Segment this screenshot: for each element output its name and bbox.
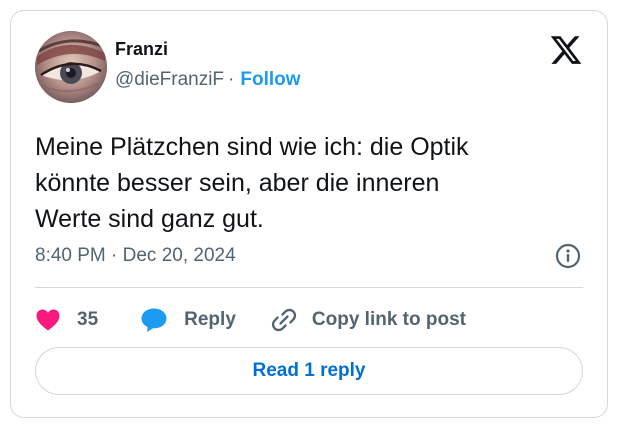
reply-label: Reply (184, 309, 236, 330)
divider (35, 287, 583, 288)
reply-button[interactable]: Reply (140, 307, 236, 333)
info-icon[interactable] (555, 243, 581, 269)
read-reply-label: Read 1 reply (252, 360, 366, 381)
handle-row: @dieFranziF · Follow (115, 67, 301, 93)
post-text-line: könnte besser sein, aber die inneren (35, 169, 440, 197)
copy-link-label: Copy link to post (311, 309, 466, 330)
speech-bubble-icon (141, 308, 167, 332)
author-block: Franzi @dieFranziF · Follow (115, 37, 301, 93)
avatar-eye-image (35, 31, 107, 103)
post-text: Meine Plätzchen sind wie ich: die Optik … (35, 129, 575, 237)
post-timestamp[interactable]: 8:40 PM · Dec 20, 2024 (35, 243, 236, 269)
embedded-post-card: Franzi @dieFranziF · Follow Meine Plätzche… (10, 10, 608, 418)
x-logo-icon[interactable] (549, 33, 583, 67)
link-icon (271, 308, 296, 332)
post-text-line: Werte sind ganz gut. (35, 205, 264, 233)
action-bar: 35 Reply Copy link to post (35, 303, 466, 337)
read-reply-button[interactable]: Read 1 reply (35, 347, 583, 395)
author-name[interactable]: Franzi (115, 37, 301, 61)
follow-link[interactable]: Follow (240, 69, 300, 90)
post-text-line: Meine Plätzchen sind wie ich: die Optik (35, 133, 469, 161)
author-handle[interactable]: @dieFranziF (115, 69, 224, 90)
avatar[interactable] (35, 31, 107, 103)
copy-link-button[interactable]: Copy link to post (270, 306, 466, 334)
like-button[interactable]: 35 (35, 308, 98, 332)
separator-dot: · (228, 69, 235, 90)
like-count: 35 (77, 309, 99, 330)
heart-icon (36, 309, 60, 331)
